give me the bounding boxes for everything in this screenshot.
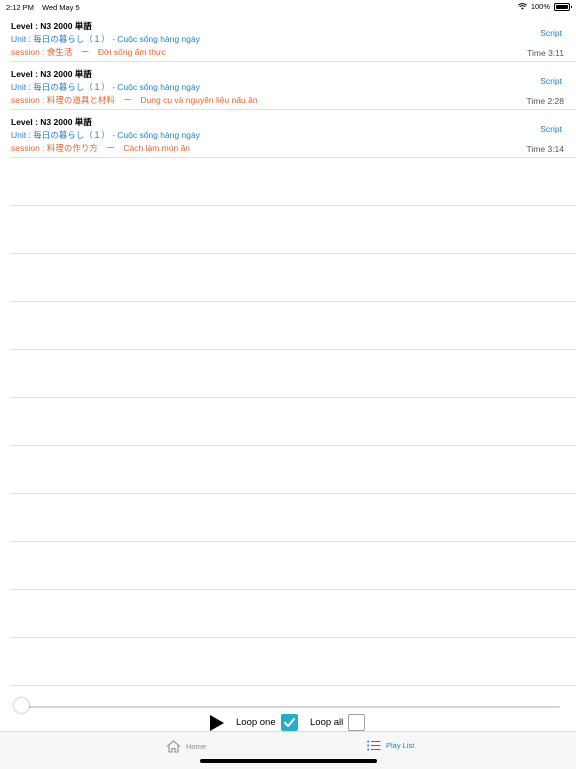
status-date: Wed May 5 [41,3,80,12]
item-session: session : 食生活 ー Đời sống ẩm thực [11,47,166,57]
tab-bar: Home Play List [0,731,576,769]
tab-home[interactable]: Home [166,740,206,753]
item-unit: Unit : 毎日の暮らし（１） - Cuộc sống hàng ngày [11,82,200,92]
progress-slider-thumb[interactable] [14,698,29,713]
loop-one-label: Loop one [236,717,276,728]
item-unit: Unit : 毎日の暮らし（１） - Cuộc sống hàng ngày [11,130,200,140]
empty-row [10,446,576,494]
loop-all-label: Loop all [310,717,344,728]
playlist: Level : N3 2000 単語 Unit : 毎日の暮らし（１） - Cu… [10,14,576,686]
list-icon [367,740,381,751]
item-time: Time 2:28 [526,96,564,106]
loop-all-checkbox[interactable] [348,714,365,731]
play-button[interactable] [210,715,224,731]
battery-percent: 100% [530,2,550,11]
home-indicator [200,759,377,763]
home-icon [166,740,181,753]
empty-row [10,542,576,590]
item-unit: Unit : 毎日の暮らし（１） - Cuộc sống hàng ngày [11,34,200,44]
item-level: Level : N3 2000 単語 [11,69,92,79]
empty-row [10,158,576,206]
status-bar: 2:12 PM Wed May 5 100% [0,0,576,14]
progress-slider-track[interactable] [22,706,560,708]
item-session: session : 料理の道具と材料 ー Dụng cụ và nguyên l… [11,95,258,105]
item-level: Level : N3 2000 単語 [11,117,92,127]
item-level: Level : N3 2000 単語 [11,21,92,31]
list-item[interactable]: Level : N3 2000 単語 Unit : 毎日の暮らし（１） - Cu… [10,62,576,110]
loop-one-checkbox[interactable] [281,714,298,731]
empty-row [10,302,576,350]
empty-row [10,590,576,638]
checkmark-icon [284,718,295,727]
tab-play-list[interactable]: Play List [367,740,414,751]
script-button[interactable]: Script [540,124,562,134]
battery-icon [554,2,572,11]
item-time: Time 3:14 [526,144,564,154]
empty-row [10,398,576,446]
wifi-icon [517,3,527,10]
item-session: session : 料理の作り方 ー Cách làm món ăn [11,143,191,153]
item-time: Time 3:11 [527,48,564,58]
script-button[interactable]: Script [540,76,562,86]
empty-row [10,494,576,542]
status-time: 2:12 PM [6,3,34,12]
status-left: 2:12 PM Wed May 5 [6,3,88,12]
status-right: 100% [517,2,572,11]
tab-home-label: Home [186,742,207,751]
empty-row [10,254,576,302]
empty-row [10,638,576,686]
script-button[interactable]: Script [540,28,562,38]
empty-row [10,206,576,254]
tab-play-list-label: Play List [386,741,415,750]
list-item[interactable]: Level : N3 2000 単語 Unit : 毎日の暮らし（１） - Cu… [10,110,576,158]
list-item[interactable]: Level : N3 2000 単語 Unit : 毎日の暮らし（１） - Cu… [10,14,576,62]
empty-row [10,350,576,398]
